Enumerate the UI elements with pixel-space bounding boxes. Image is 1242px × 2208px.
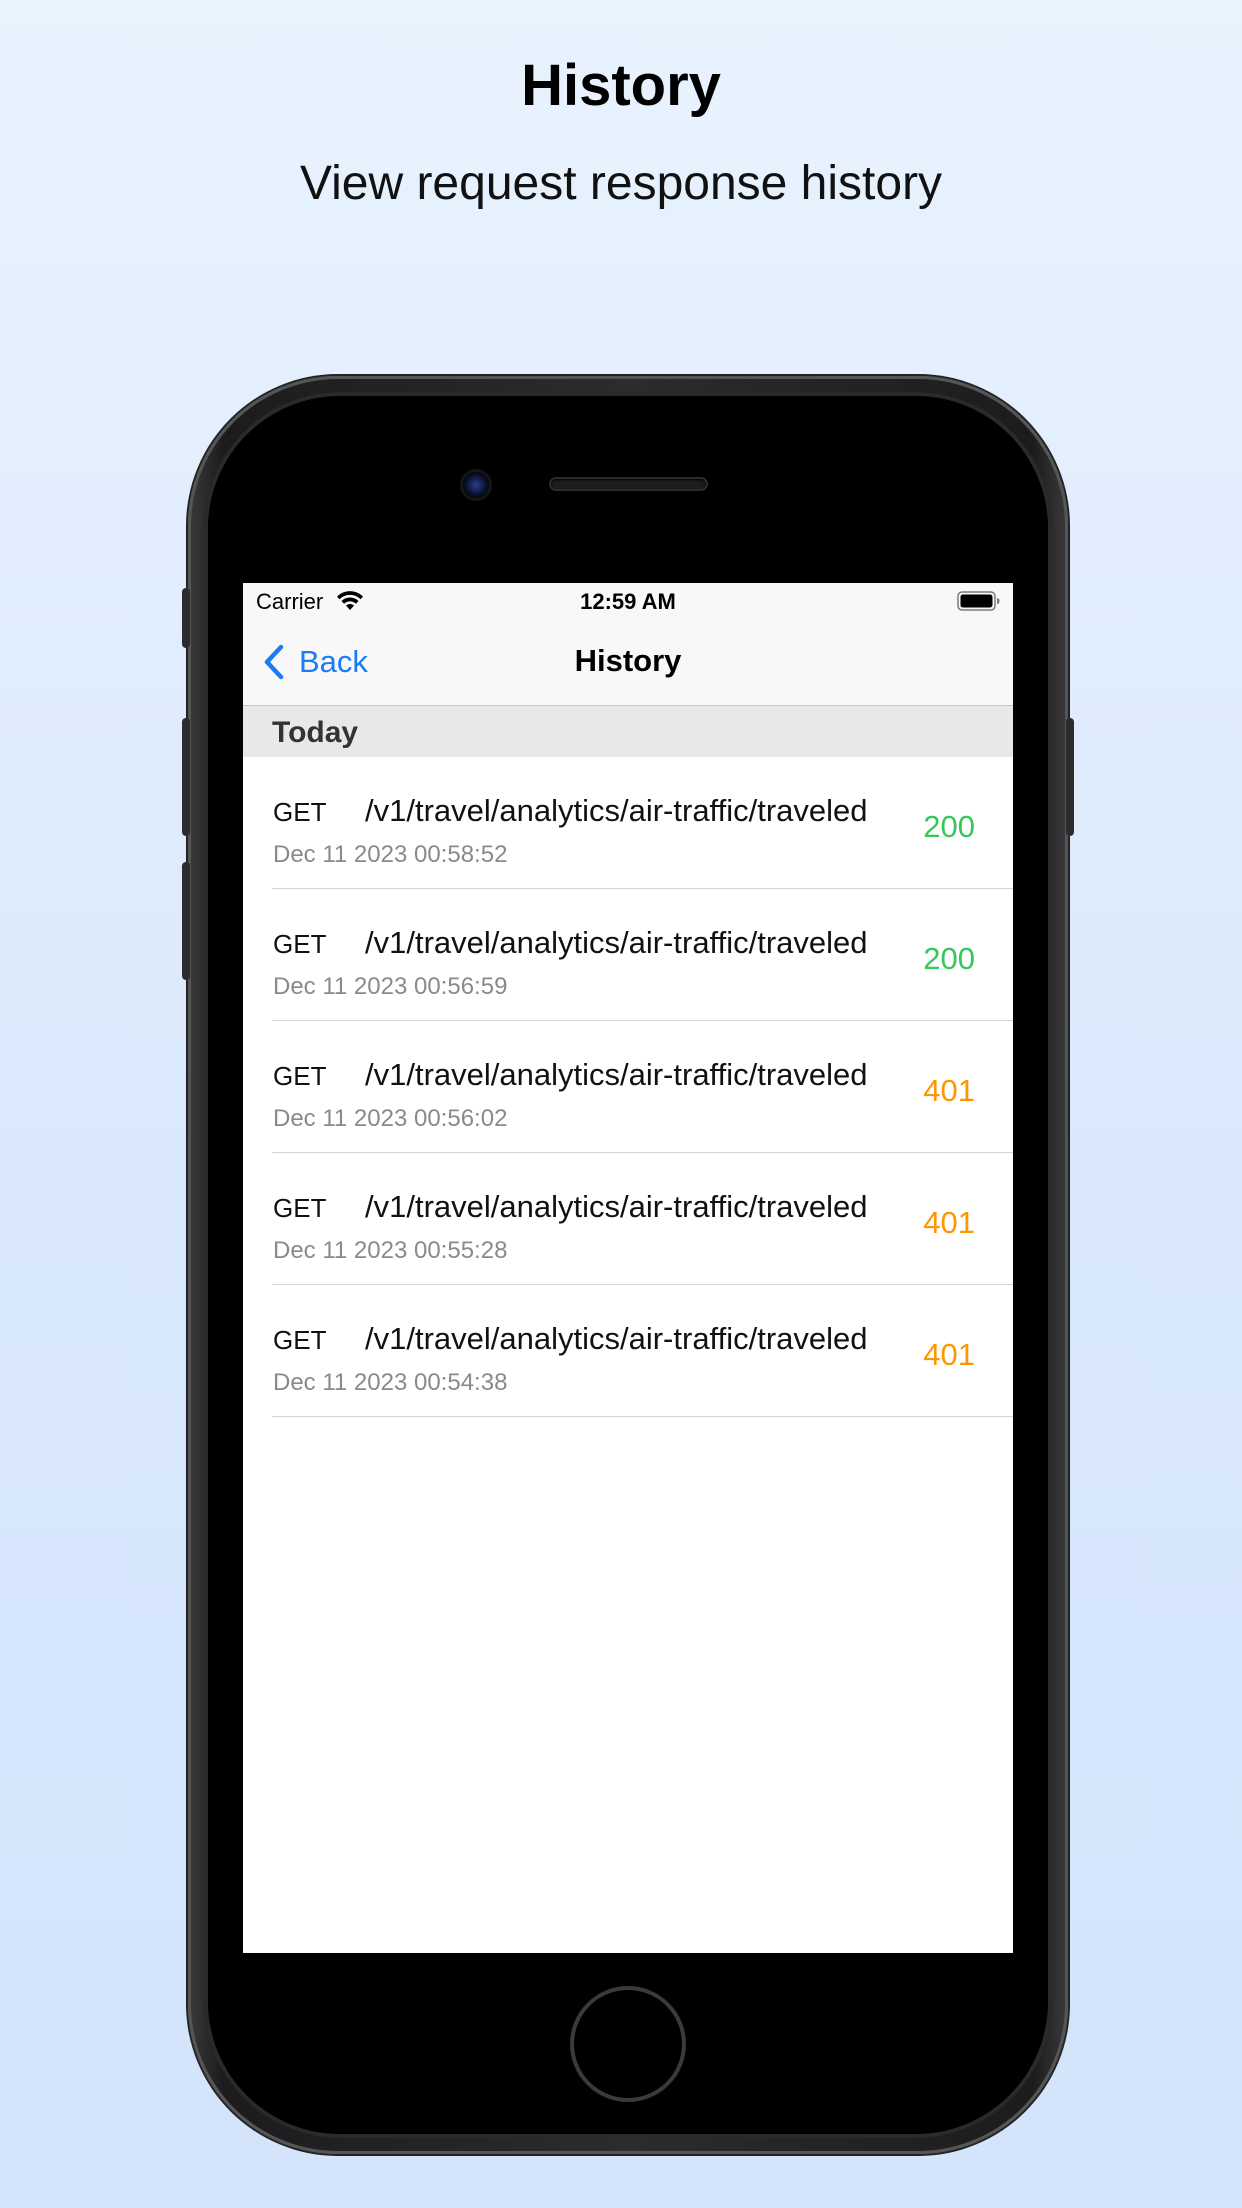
request-timestamp: Dec 11 2023 00:56:02 [273,1105,508,1132]
history-row[interactable]: GET /v1/travel/analytics/air-traffic/tra… [243,889,1013,1021]
section-label: Today [272,716,359,749]
request-path: /v1/travel/analytics/air-traffic/travele… [365,1057,868,1092]
navigation-bar: Back History [243,619,1013,706]
request-method: GET [273,1061,327,1091]
request-timestamp: Dec 11 2023 00:54:38 [273,1369,508,1396]
response-status-code: 200 [923,941,975,976]
earpiece-speaker [551,479,706,489]
response-status-code: 401 [923,1205,975,1240]
power-button [1066,718,1074,836]
promo-title: History [521,53,721,118]
volume-up-button [182,718,190,836]
request-path: /v1/travel/analytics/air-traffic/travele… [365,1321,868,1356]
request-path: /v1/travel/analytics/air-traffic/travele… [365,793,868,828]
status-time: 12:59 AM [580,589,676,614]
request-path: /v1/travel/analytics/air-traffic/travele… [365,925,868,960]
section-header-today: Today [243,706,1013,757]
request-method: GET [273,1325,327,1355]
response-status-code: 401 [923,1073,975,1108]
battery-icon [957,591,1000,611]
history-row[interactable]: GET /v1/travel/analytics/air-traffic/tra… [243,1285,1013,1417]
volume-down-button [182,862,190,980]
history-row[interactable]: GET /v1/travel/analytics/air-traffic/tra… [243,757,1013,889]
history-list: GET /v1/travel/analytics/air-traffic/tra… [243,757,1013,1417]
history-row[interactable]: GET /v1/travel/analytics/air-traffic/tra… [243,1153,1013,1285]
front-camera [463,472,489,498]
app-screen: Carrier 12:59 AM Back History Today GET … [243,583,1013,1953]
response-status-code: 200 [923,809,975,844]
response-status-code: 401 [923,1337,975,1372]
request-timestamp: Dec 11 2023 00:55:28 [273,1237,508,1264]
request-method: GET [273,929,327,959]
history-row[interactable]: GET /v1/travel/analytics/air-traffic/tra… [243,1021,1013,1153]
request-method: GET [273,1193,327,1223]
request-timestamp: Dec 11 2023 00:56:59 [273,973,508,1000]
mute-switch [182,588,190,648]
status-bar: Carrier 12:59 AM [243,583,1013,619]
request-method: GET [273,797,327,827]
home-button[interactable] [570,1986,686,2102]
page-title: History [574,643,682,678]
request-path: /v1/travel/analytics/air-traffic/travele… [365,1189,868,1224]
request-timestamp: Dec 11 2023 00:58:52 [273,841,508,868]
promo-subtitle: View request response history [299,157,943,210]
